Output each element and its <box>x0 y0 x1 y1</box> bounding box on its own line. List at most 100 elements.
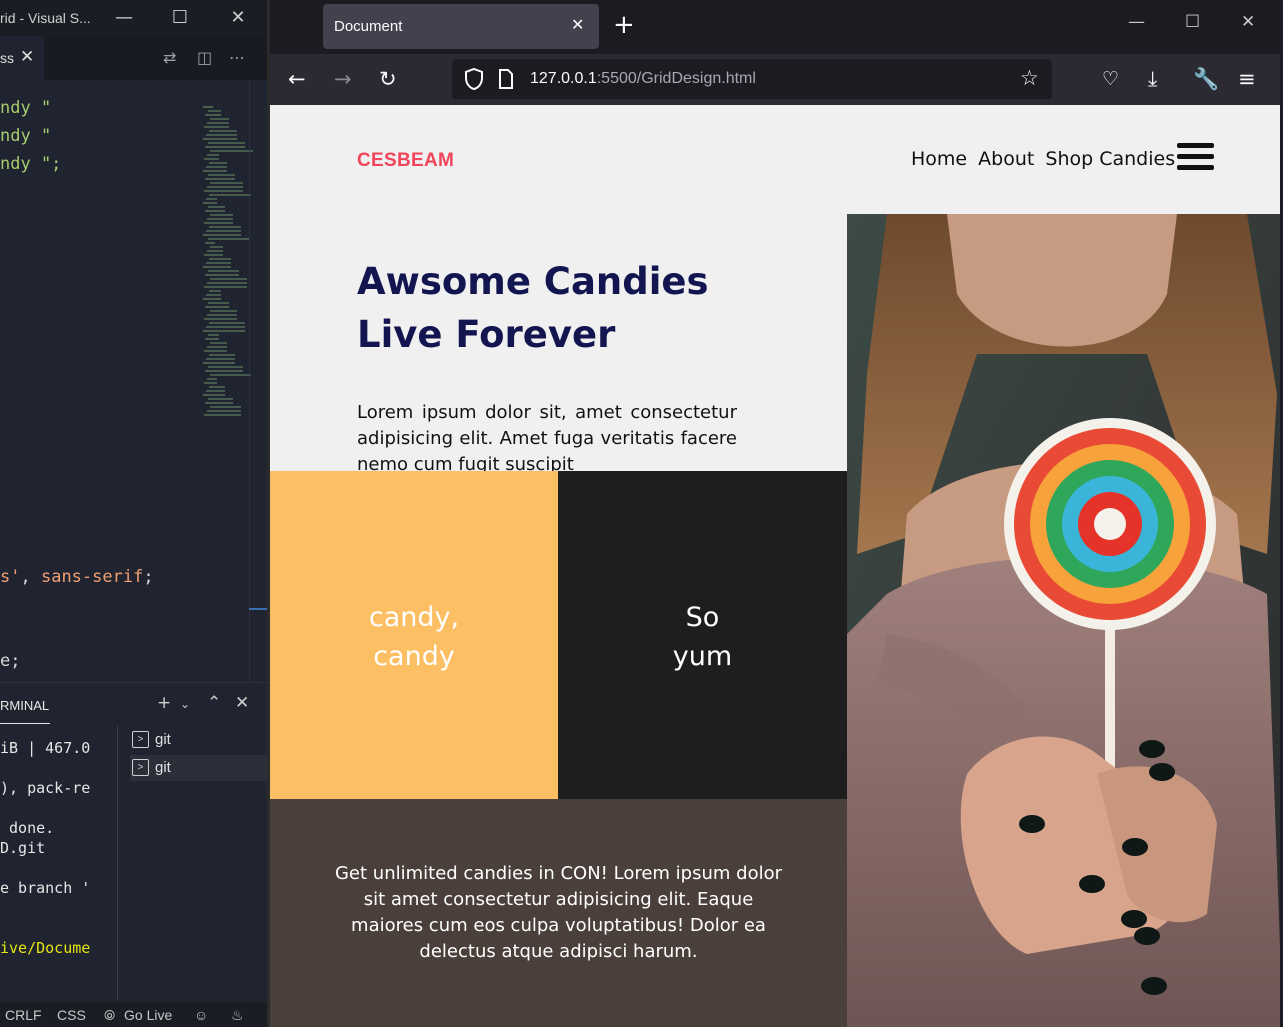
download-icon[interactable]: ⤓ <box>1148 66 1157 92</box>
nav-about[interactable]: About <box>978 148 1034 170</box>
status-go-live[interactable]: Go Live <box>124 1007 172 1023</box>
reload-icon[interactable]: ↻ <box>379 66 397 92</box>
maximize-icon[interactable]: ☐ <box>1185 12 1200 32</box>
page-viewport: CESBEAM Home About Shop Candies Awsome C… <box>270 105 1283 1027</box>
minimap-line <box>209 226 241 228</box>
pocket-icon[interactable]: ♡ <box>1102 66 1119 92</box>
minimap-line <box>204 286 247 288</box>
minimap-line <box>206 390 225 392</box>
hamburger-icon[interactable]: ≡ <box>1238 66 1256 92</box>
url-bar[interactable]: 127.0.0.1:5500/GridDesign.html ☆ <box>452 59 1052 99</box>
minimap-line <box>210 214 233 216</box>
minimap-line <box>207 154 219 156</box>
maximize-icon[interactable]: ☐ <box>166 4 194 32</box>
editor-scrollbar[interactable] <box>249 80 250 682</box>
minimap-line <box>208 302 229 304</box>
minimap-line <box>206 134 237 136</box>
minimap-line <box>209 130 237 132</box>
new-tab-icon[interactable]: + <box>613 10 635 40</box>
tile-candy: candy, candy <box>270 471 558 799</box>
minimap-line <box>208 110 221 112</box>
tile-so-yum-text: So yum <box>672 602 733 672</box>
minimap-line <box>205 178 235 180</box>
browser-window: Document ✕ + — ☐ ✕ ← → ↻ 127.0.0.1:5500/… <box>270 0 1283 1027</box>
minimap-line <box>205 338 219 340</box>
minimap-line <box>208 366 243 368</box>
terminal-divider[interactable] <box>117 726 118 1000</box>
compare-changes-icon[interactable]: ⇄ <box>163 48 176 67</box>
more-actions-icon[interactable]: ⋯ <box>229 48 245 67</box>
code-line-font: s', sans-serif; <box>0 567 154 587</box>
site-nav: Home About Shop Candies <box>911 148 1180 170</box>
editor-tab[interactable]: ss ✕ <box>0 36 44 80</box>
tile-candy-text: candy, candy <box>368 602 460 672</box>
new-terminal-icon[interactable]: + <box>157 693 171 713</box>
minimap-line <box>209 354 235 356</box>
shield-icon[interactable] <box>464 67 484 91</box>
terminal-instance[interactable]: > git <box>130 755 267 781</box>
panel-title[interactable]: RMINAL <box>0 698 49 713</box>
chevron-down-icon[interactable]: ⌄ <box>180 697 190 711</box>
minimap-line <box>204 158 219 160</box>
minimize-icon[interactable]: — <box>110 4 138 32</box>
arrow-right-icon[interactable]: → <box>334 66 352 92</box>
tab-close-icon[interactable]: ✕ <box>571 15 584 34</box>
minimap-line <box>210 310 237 312</box>
lollipop-photo <box>847 214 1283 1027</box>
minimap-line <box>205 274 239 276</box>
minimap-line <box>209 386 225 388</box>
minimap-line <box>210 406 241 408</box>
minimap-line <box>208 206 225 208</box>
minimap-line <box>203 234 241 236</box>
minimap-line <box>207 218 233 220</box>
site-logo[interactable]: CESBEAM <box>357 150 454 172</box>
status-language[interactable]: CSS <box>57 1007 86 1023</box>
minimap-line <box>203 266 231 268</box>
minimap-line <box>207 122 229 124</box>
vscode-titlebar: rid - Visual S... — ☐ ✕ <box>0 0 267 36</box>
minimap-line <box>210 374 251 376</box>
minimap-line <box>208 142 245 144</box>
split-editor-icon[interactable]: ◫ <box>197 48 212 67</box>
browser-navbar: ← → ↻ 127.0.0.1:5500/GridDesign.html ☆ ♡… <box>270 54 1283 105</box>
tab-close-icon[interactable]: ✕ <box>20 47 34 67</box>
minimap-line <box>207 378 217 380</box>
bell-icon[interactable]: ♨ <box>231 1007 244 1024</box>
hamburger-menu-icon[interactable] <box>1177 143 1214 171</box>
status-eol[interactable]: CRLF <box>5 1007 42 1023</box>
close-icon[interactable]: ✕ <box>224 4 252 32</box>
arrow-left-icon[interactable]: ← <box>288 66 306 92</box>
terminal-line: ive/Docume <box>0 939 91 957</box>
minimap-line <box>204 190 243 192</box>
maximize-panel-icon[interactable]: ⌃ <box>207 693 221 713</box>
wrench-icon[interactable]: 🔧 <box>1193 66 1219 92</box>
code-line: e; <box>0 651 21 671</box>
minimap-line <box>204 254 223 256</box>
minimap-line <box>206 230 241 232</box>
minimap-line <box>204 414 241 416</box>
browser-tab-title: Document <box>334 18 403 35</box>
browser-tab[interactable]: Document ✕ <box>323 4 599 49</box>
minimap-line <box>206 198 217 200</box>
minimap-line <box>205 114 221 116</box>
terminal-instance-label: git <box>155 759 171 776</box>
code-line: ndy "; <box>0 154 62 174</box>
close-icon[interactable]: ✕ <box>1241 12 1255 32</box>
tile-footer: Get unlimited candies in CON! Lorem ipsu… <box>270 799 847 1027</box>
minimap-line <box>207 410 241 412</box>
terminal-instance[interactable]: > git <box>130 727 267 753</box>
close-panel-icon[interactable]: ✕ <box>235 693 249 713</box>
minimap[interactable] <box>203 106 253 418</box>
star-icon[interactable]: ☆ <box>1020 66 1039 90</box>
url-text[interactable]: 127.0.0.1:5500/GridDesign.html <box>530 70 756 88</box>
minimap-line <box>204 350 227 352</box>
minimap-line <box>210 182 243 184</box>
nav-home[interactable]: Home <box>911 148 967 170</box>
nav-shop-candies[interactable]: Shop Candies <box>1045 148 1175 170</box>
minimize-icon[interactable]: — <box>1128 12 1145 32</box>
minimap-line <box>203 394 225 396</box>
window-title: rid - Visual S... <box>0 10 91 26</box>
hero-body: Lorem ipsum dolor sit, amet consectetur … <box>357 402 737 471</box>
minimap-line <box>208 398 233 400</box>
feedback-icon[interactable]: ☺ <box>194 1007 208 1023</box>
